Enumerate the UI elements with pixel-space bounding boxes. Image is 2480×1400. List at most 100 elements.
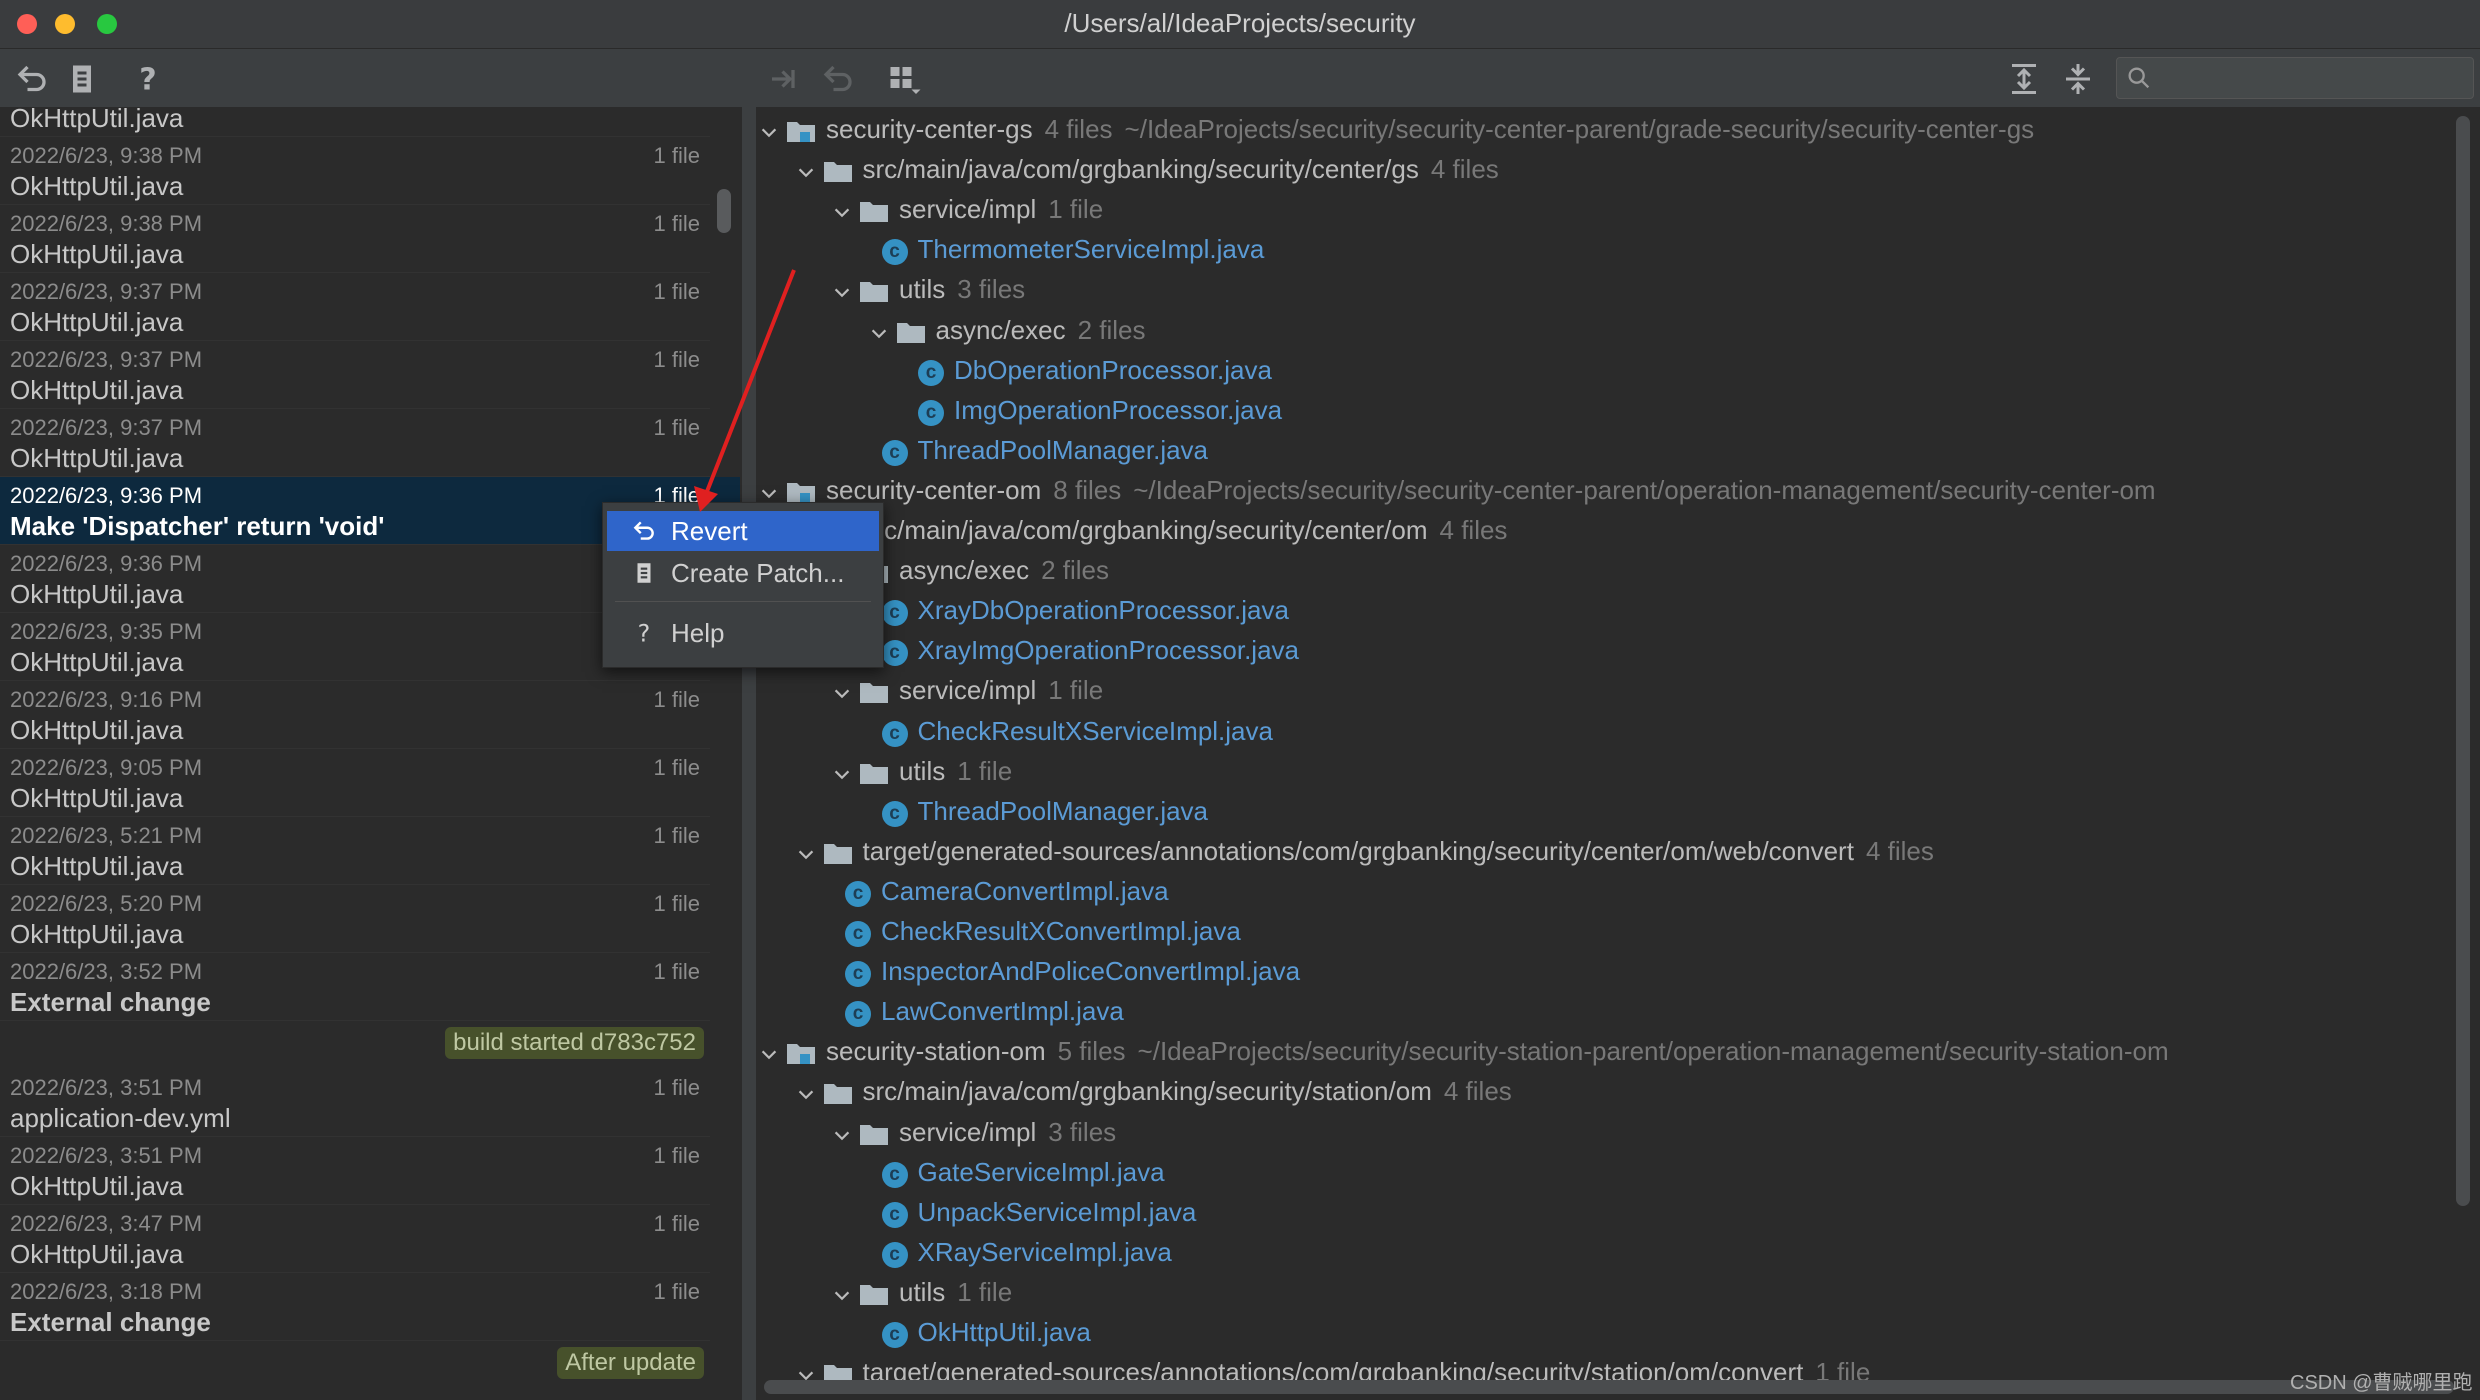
history-entry[interactable]: 2022/6/23, 3:47 PM 1 file OkHttpUtil.java [0,1205,740,1273]
collapse-all-icon [2066,64,2090,94]
tree-node-text: ThreadPoolManager.java [918,796,1209,827]
history-label-row[interactable]: After update [0,1341,740,1389]
tree-node-label: CameraConvertImpl.java [881,875,1169,906]
collapse-all-button[interactable] [2060,61,2096,97]
tree-node-text: ThreadPoolManager.java [918,435,1209,466]
tree-file-node[interactable]: c ThreadPoolManager.java [756,433,2456,473]
tree-folder-node[interactable]: utils 1 file [756,754,2456,794]
tree-file-node[interactable]: c CheckResultXConvertImpl.java [756,914,2456,954]
chevron-down-icon[interactable] [795,1082,817,1104]
tree-file-node[interactable]: c UnpackServiceImpl.java [756,1195,2456,1235]
history-entry[interactable]: 2022/6/23, 9:37 PM 1 file OkHttpUtil.java [0,273,740,341]
tree-file-node[interactable]: c LawConvertImpl.java [756,994,2456,1034]
chevron-down-icon[interactable] [831,1123,853,1145]
history-entry[interactable]: 2022/6/23, 9:38 PM 1 file OkHttpUtil.java [0,205,740,273]
expand-all-button[interactable] [2006,61,2042,97]
tree-folder-node[interactable]: async/exec 2 files [756,313,2456,353]
tree-file-node[interactable]: c ImgOperationProcessor.java [756,393,2456,433]
changes-tree[interactable]: security-center-gs 4 files ~/IdeaProjects/… [756,107,2480,1400]
chevron-down-icon[interactable] [758,120,780,142]
chevron-down-icon[interactable] [868,321,890,343]
search-input[interactable] [2163,62,2467,94]
tree-vertical-scrollbar[interactable] [2456,116,2470,1206]
menu-item-revert[interactable]: Revert [607,511,879,551]
chevron-down-icon[interactable] [831,1283,853,1305]
chevron-down-icon[interactable] [831,280,853,302]
create-patch-button[interactable] [64,61,100,97]
history-entry[interactable]: 2022/6/23, 9:05 PM 1 file OkHttpUtil.java [0,749,740,817]
folder-icon [859,278,889,304]
tree-file-node[interactable]: c CameraConvertImpl.java [756,874,2456,914]
group-by-button[interactable] [886,61,922,97]
chevron-down-icon[interactable] [831,681,853,703]
tree-file-node[interactable]: c XrayImgOperationProcessor.java [756,633,2456,673]
tree-folder-node[interactable]: src/main/java/com/grgbanking/security/ce… [756,513,2456,553]
chevron-down-icon[interactable] [795,160,817,182]
panel-splitter[interactable] [742,107,756,1400]
tree-folder-node[interactable]: async/exec 2 files [756,553,2456,593]
tree-node-text: utils 1 file [899,756,1012,787]
history-list[interactable]: OkHttpUtil.java 2022/6/23, 9:38 PM 1 file O… [0,107,742,1400]
tree-module-node[interactable]: security-center-gs 4 files ~/IdeaProjects/… [756,112,2456,152]
tree-folder-node[interactable]: service/impl 1 file [756,673,2456,713]
tree-file-node[interactable]: c DbOperationProcessor.java [756,353,2456,393]
chevron-down-icon[interactable] [758,1042,780,1064]
tree-folder-node[interactable]: src/main/java/com/grgbanking/security/ce… [756,152,2456,192]
tree-node-text: CheckResultXServiceImpl.java [918,716,1273,747]
tree-file-node[interactable]: c GateServiceImpl.java [756,1155,2456,1195]
history-entry[interactable]: 2022/6/23, 5:20 PM 1 file OkHttpUtil.java [0,885,740,953]
history-entry-date: 2022/6/23, 9:36 PM [10,483,203,508]
help-button[interactable]: ? [130,61,166,98]
history-entry[interactable]: 2022/6/23, 3:51 PM 1 file OkHttpUtil.java [0,1137,740,1205]
chevron-down-icon[interactable] [831,762,853,784]
folder-icon [859,679,889,705]
history-entry[interactable]: 2022/6/23, 3:18 PM 1 file External change [0,1273,740,1341]
tree-file-node[interactable]: c XrayDbOperationProcessor.java [756,593,2456,633]
history-entry-date: 2022/6/23, 9:36 PM [10,551,203,576]
history-scrollbar[interactable] [717,189,731,233]
history-entry-file-count: 1 file [653,347,700,372]
folder-icon [859,760,889,786]
chevron-down-icon[interactable] [758,481,780,503]
tree-folder-node[interactable]: src/main/java/com/grgbanking/security/st… [756,1074,2456,1114]
tree-folder-node[interactable]: target/generated-sources/annotations/com… [756,834,2456,874]
history-entry[interactable]: OkHttpUtil.java [0,107,740,137]
history-entry[interactable]: 2022/6/23, 9:37 PM 1 file OkHttpUtil.java [0,341,740,409]
apply-button[interactable] [766,61,802,97]
tree-node-path: ~/IdeaProjects/security/security-center-… [1133,474,2156,505]
tree-folder-node[interactable]: service/impl 3 files [756,1115,2456,1155]
tree-folder-node[interactable]: utils 3 files [756,272,2456,312]
module-icon [786,1040,816,1066]
history-entry-date: 2022/6/23, 9:38 PM [10,143,203,168]
tree-file-node[interactable]: c XRayServiceImpl.java [756,1235,2456,1275]
tree-file-node[interactable]: c OkHttpUtil.java [756,1315,2456,1355]
tree-file-node[interactable]: c ThermometerServiceImpl.java [756,232,2456,272]
revert-button[interactable] [14,61,50,97]
tree-horizontal-scrollbar[interactable] [764,1380,2454,1394]
history-label-row[interactable]: build started d783c752 [0,1021,740,1069]
title-bar: /Users/al/IdeaProjects/security [0,0,2480,49]
history-entry-name: OkHttpUtil.java [10,375,184,405]
revert-selection-button[interactable] [820,61,856,97]
history-entry[interactable]: 2022/6/23, 9:38 PM 1 file OkHttpUtil.java [0,137,740,205]
tree-node-text: XrayImgOperationProcessor.java [918,635,1300,666]
history-entry[interactable]: 2022/6/23, 3:51 PM 1 file application-dev.… [0,1069,740,1137]
history-entry[interactable]: 2022/6/23, 5:21 PM 1 file OkHttpUtil.java [0,817,740,885]
tree-module-node[interactable]: security-station-om 5 files ~/IdeaProjects… [756,1034,2456,1074]
tree-module-node[interactable]: security-center-om 8 files ~/IdeaProjects/… [756,473,2456,513]
search-box[interactable] [2116,57,2474,99]
chevron-down-icon[interactable] [795,842,817,864]
menu-item-help[interactable]: ? Help [607,613,879,653]
menu-item-create-patch[interactable]: Create Patch... [607,553,879,593]
chevron-down-icon[interactable] [831,200,853,222]
history-entry[interactable]: 2022/6/23, 9:16 PM 1 file OkHttpUtil.java [0,681,740,749]
history-entry[interactable]: 2022/6/23, 9:37 PM 1 file OkHttpUtil.java [0,409,740,477]
tree-file-node[interactable]: c InspectorAndPoliceConvertImpl.java [756,954,2456,994]
tree-node-label: src/main/java/com/grgbanking/security/ce… [862,515,1428,545]
tree-folder-node[interactable]: service/impl 1 file [756,192,2456,232]
tree-node-label: service/impl [899,194,1037,225]
tree-file-node[interactable]: c CheckResultXServiceImpl.java [756,714,2456,754]
tree-folder-node[interactable]: utils 1 file [756,1275,2456,1315]
history-entry[interactable]: 2022/6/23, 3:52 PM 1 file External change [0,953,740,1021]
tree-file-node[interactable]: c ThreadPoolManager.java [756,794,2456,834]
